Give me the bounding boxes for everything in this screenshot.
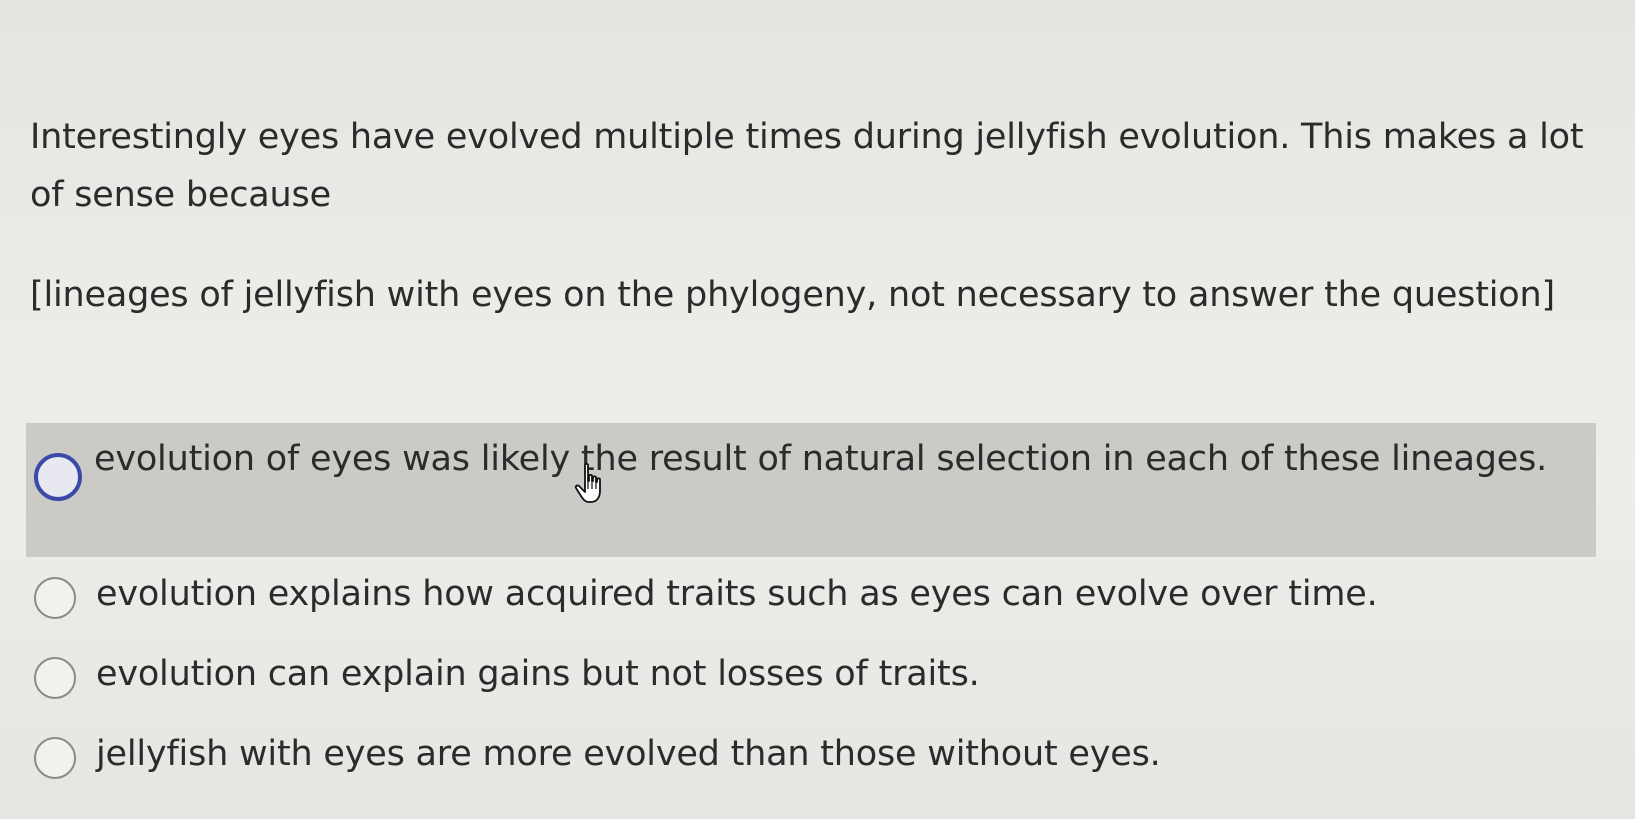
answer-option-label: evolution explains how acquired traits s… <box>96 574 1378 614</box>
answer-option-natural-selection[interactable]: evolution of eyes was likely the result … <box>26 423 1596 557</box>
quiz-page: Interestingly eyes have evolved multiple… <box>0 0 1635 819</box>
answer-options: evolution of eyes was likely the result … <box>26 423 1596 797</box>
answer-option-gains-not-losses[interactable]: evolution can explain gains but not loss… <box>26 637 1596 717</box>
radio-button-icon[interactable] <box>34 453 82 501</box>
answer-option-label: jellyfish with eyes are more evolved tha… <box>96 734 1161 774</box>
answer-option-label: evolution of eyes was likely the result … <box>94 439 1548 479</box>
answer-option-more-evolved[interactable]: jellyfish with eyes are more evolved tha… <box>26 717 1596 797</box>
radio-button-icon[interactable] <box>34 737 76 779</box>
question-note: [lineages of jellyfish with eyes on the … <box>30 275 1555 315</box>
answer-option-label: evolution can explain gains but not loss… <box>96 654 980 694</box>
hand-pointer-icon <box>574 462 601 503</box>
radio-button-icon[interactable] <box>34 657 76 699</box>
question-text: Interestingly eyes have evolved multiple… <box>30 117 1584 215</box>
answer-option-acquired-traits[interactable]: evolution explains how acquired traits s… <box>26 557 1596 637</box>
radio-button-icon[interactable] <box>34 577 76 619</box>
